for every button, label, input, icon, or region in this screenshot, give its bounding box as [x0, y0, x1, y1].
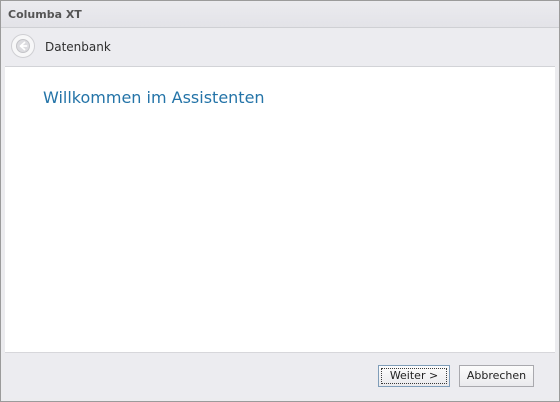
- wizard-window: Columba XT Datenbank Willkommen im Assis…: [0, 0, 560, 402]
- page-title: Datenbank: [45, 40, 111, 54]
- wizard-content: Willkommen im Assistenten: [5, 67, 555, 352]
- next-button[interactable]: Weiter >: [378, 365, 450, 387]
- wizard-header: Datenbank: [5, 29, 555, 67]
- back-button[interactable]: [11, 34, 35, 58]
- wizard-footer: Weiter > Abbrechen: [5, 352, 555, 398]
- cancel-button[interactable]: Abbrechen: [459, 365, 534, 387]
- window-title: Columba XT: [8, 8, 82, 21]
- title-bar[interactable]: Columba XT: [1, 1, 559, 28]
- welcome-heading: Willkommen im Assistenten: [43, 88, 265, 107]
- back-arrow-icon: [16, 39, 30, 53]
